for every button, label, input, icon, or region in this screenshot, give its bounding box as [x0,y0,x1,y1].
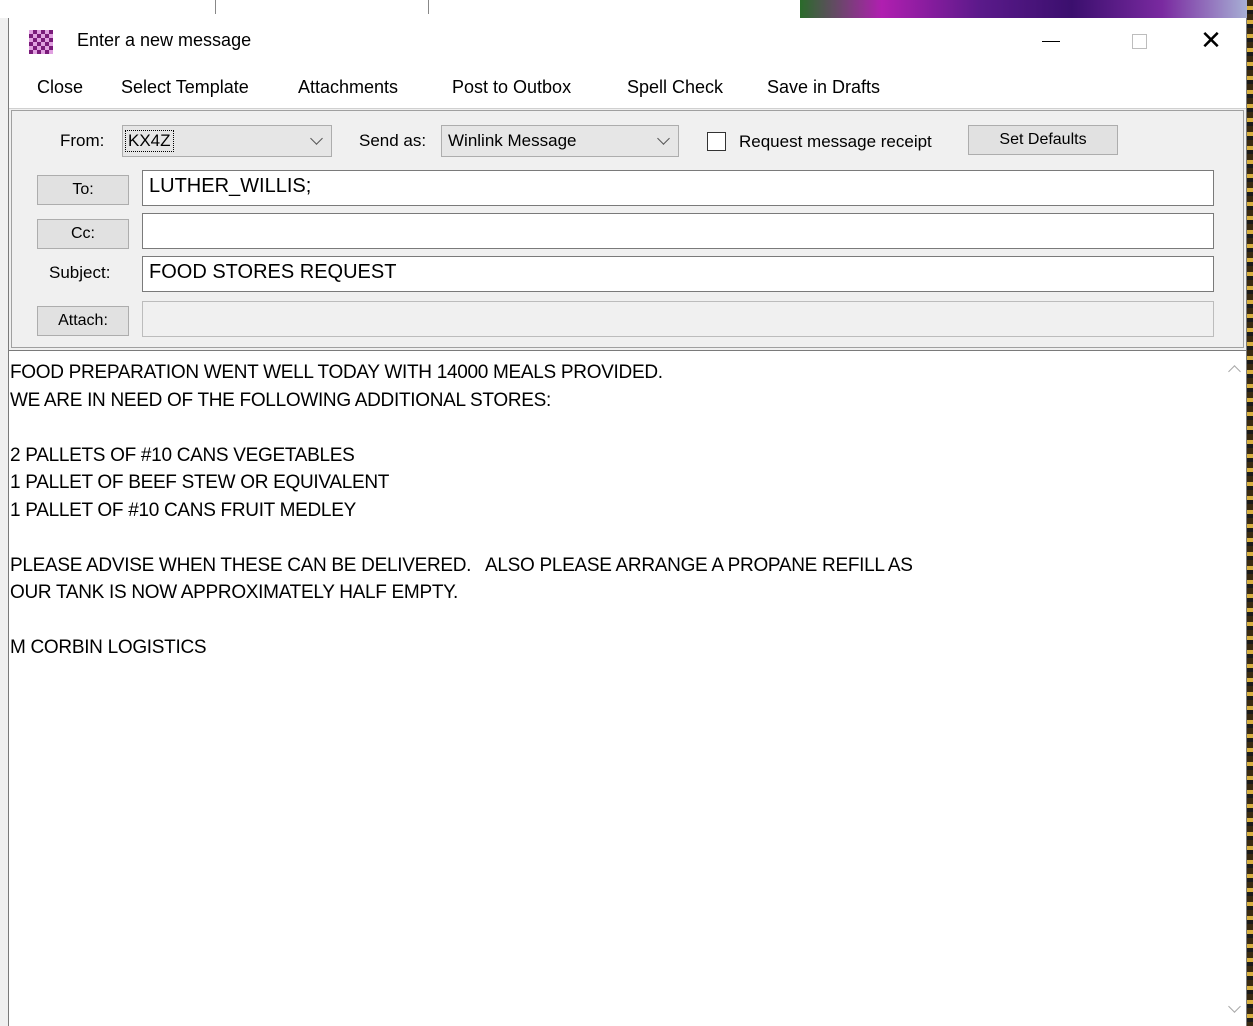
chevron-down-icon [301,126,331,156]
message-header-panel: From: KX4Z Send as: Winlink Message Requ… [11,110,1244,348]
minimize-button[interactable] [1021,18,1081,64]
from-select[interactable]: KX4Z [122,125,332,157]
to-button[interactable]: To: [37,175,129,205]
background-window-fragment [215,0,429,14]
background-app-strip [0,0,1253,18]
message-body-text[interactable]: FOOD PREPARATION WENT WELL TODAY WITH 14… [10,359,1210,662]
attach-button[interactable]: Attach: [37,306,129,336]
menu-close[interactable]: Close [37,77,83,98]
close-window-button[interactable]: ✕ [1181,18,1241,64]
maximize-button[interactable] [1109,18,1169,64]
close-icon: ✕ [1200,26,1222,56]
send-as-select[interactable]: Winlink Message [441,125,679,157]
menu-attachments[interactable]: Attachments [298,77,398,98]
to-field[interactable]: LUTHER_WILLIS; [142,170,1214,206]
maximize-icon [1131,33,1147,49]
menu-bar: Close Select Template Attachments Post t… [9,68,1246,109]
window-title: Enter a new message [77,30,252,50]
request-receipt-label: Request message receipt [739,132,932,151]
subject-field[interactable]: FOOD STORES REQUEST [142,256,1214,292]
vertical-scrollbar[interactable] [1224,351,1246,1025]
scroll-up-arrow-icon[interactable] [1228,365,1241,378]
cc-field[interactable] [142,213,1214,249]
message-body[interactable]: FOOD PREPARATION WENT WELL TODAY WITH 14… [9,350,1246,1026]
compose-window: Enter a new message ✕ Close Select Templ… [8,18,1247,1026]
cc-button[interactable]: Cc: [37,219,129,249]
title-bar[interactable]: Enter a new message ✕ [9,18,1246,68]
send-as-value: Winlink Message [448,131,577,150]
background-image-fragment [800,0,1253,18]
request-receipt-checkbox[interactable] [707,132,726,151]
from-value: KX4Z [125,130,174,152]
background-edge [1247,0,1253,1026]
scroll-down-arrow-icon[interactable] [1228,1000,1241,1013]
subject-label: Subject: [49,263,111,282]
set-defaults-button[interactable]: Set Defaults [968,125,1118,155]
send-as-label: Send as: [359,131,427,150]
menu-select-template[interactable]: Select Template [121,77,249,98]
menu-spell-check[interactable]: Spell Check [627,77,723,98]
attach-field [142,301,1214,337]
menu-post-to-outbox[interactable]: Post to Outbox [452,77,571,98]
checkerboard-app-icon [29,30,53,54]
minimize-icon [1042,40,1060,42]
chevron-down-icon [648,126,678,156]
from-label: From: [60,131,105,150]
menu-save-in-drafts[interactable]: Save in Drafts [767,77,880,98]
